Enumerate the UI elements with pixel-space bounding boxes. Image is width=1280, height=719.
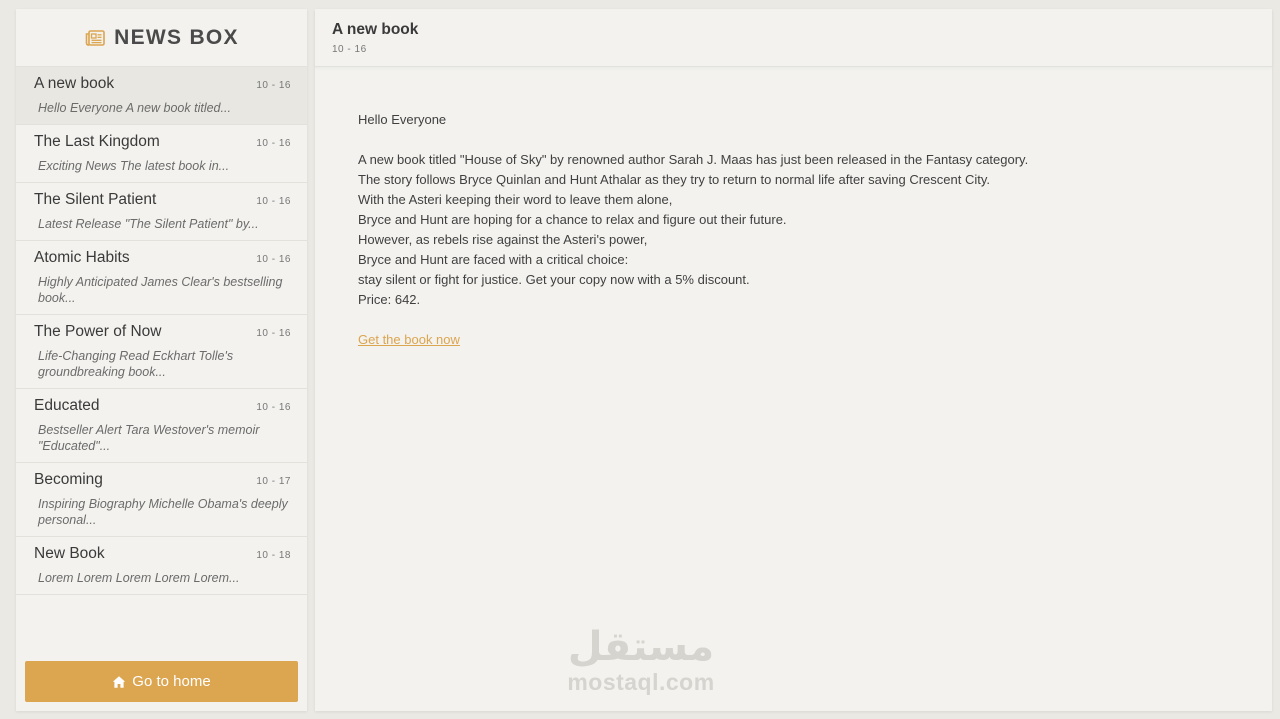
- news-item-excerpt: Bestseller Alert Tara Westover's memoir …: [38, 423, 260, 453]
- news-item-date: 10 - 16: [256, 402, 291, 413]
- article-body: Hello Everyone A new book titled "House …: [315, 67, 1272, 393]
- go-to-home-button[interactable]: Go to home: [25, 661, 298, 702]
- news-item-date: 10 - 16: [256, 196, 291, 207]
- get-book-link[interactable]: Get the book now: [358, 332, 460, 347]
- news-item-title: A new book: [34, 75, 115, 92]
- brand-title: NEWS BOX: [114, 25, 239, 49]
- news-list: A new book 10 - 16 Hello Everyone A new …: [16, 67, 307, 595]
- newspaper-icon: [84, 27, 106, 49]
- news-item[interactable]: The Silent Patient 10 - 16 Latest Releas…: [16, 183, 307, 241]
- watermark-arabic: مستقل: [567, 624, 715, 670]
- news-item-date: 10 - 18: [256, 550, 291, 561]
- news-item-date: 10 - 16: [256, 254, 291, 265]
- article-line: Price: 642.: [358, 292, 421, 307]
- news-item-excerpt: Lorem Lorem Lorem Lorem Lorem...: [38, 571, 240, 585]
- news-item-excerpt: Inspiring Biography Michelle Obama's dee…: [38, 497, 288, 527]
- news-item[interactable]: A new book 10 - 16 Hello Everyone A new …: [16, 67, 307, 125]
- go-to-home-label: Go to home: [132, 673, 211, 690]
- article-line: However, as rebels rise against the Aste…: [358, 232, 648, 247]
- article-line: The story follows Bryce Quinlan and Hunt…: [358, 172, 990, 187]
- news-item-title: The Power of Now: [34, 323, 162, 340]
- news-item-title: The Last Kingdom: [34, 133, 160, 150]
- article-line: A new book titled "House of Sky" by reno…: [358, 152, 1029, 167]
- news-item-title: Becoming: [34, 471, 103, 488]
- watermark: مستقل mostaql.com: [561, 627, 721, 696]
- article-title: A new book: [332, 21, 419, 38]
- article-line: stay silent or fight for justice. Get yo…: [358, 272, 750, 287]
- article-line: With the Asteri keeping their word to le…: [358, 192, 673, 207]
- news-item-date: 10 - 16: [256, 328, 291, 339]
- news-item-excerpt: Life-Changing Read Eckhart Tolle's groun…: [38, 349, 234, 379]
- news-item-title: Atomic Habits: [34, 249, 130, 266]
- brand-header: NEWS BOX: [16, 9, 307, 67]
- article-date: 10 - 16: [332, 44, 367, 55]
- news-item[interactable]: Becoming 10 - 17 Inspiring Biography Mic…: [16, 463, 307, 537]
- news-item[interactable]: Atomic Habits 10 - 16 Highly Anticipated…: [16, 241, 307, 315]
- news-item-excerpt: Hello Everyone A new book titled...: [38, 101, 231, 115]
- article-line: Bryce and Hunt are hoping for a chance t…: [358, 212, 787, 227]
- news-item-title: Educated: [34, 397, 100, 414]
- news-item[interactable]: The Last Kingdom 10 - 16 Exciting News T…: [16, 125, 307, 183]
- news-item-excerpt: Latest Release "The Silent Patient" by..…: [38, 217, 259, 231]
- news-item-date: 10 - 17: [256, 476, 291, 487]
- news-item-excerpt: Exciting News The latest book in...: [38, 159, 230, 173]
- article-panel: A new book 10 - 16 Hello Everyone A new …: [315, 9, 1272, 711]
- article-line: Bryce and Hunt are faced with a critical…: [358, 252, 629, 267]
- news-item-excerpt: Highly Anticipated James Clear's bestsel…: [38, 275, 283, 305]
- news-item-date: 10 - 16: [256, 138, 291, 149]
- article-header: A new book 10 - 16: [315, 9, 1272, 67]
- news-item-title: The Silent Patient: [34, 191, 157, 208]
- news-item[interactable]: The Power of Now 10 - 16 Life-Changing R…: [16, 315, 307, 389]
- news-item[interactable]: New Book 10 - 18 Lorem Lorem Lorem Lorem…: [16, 537, 307, 595]
- news-item[interactable]: Educated 10 - 16 Bestseller Alert Tara W…: [16, 389, 307, 463]
- home-icon: [112, 675, 126, 689]
- article-greeting: Hello Everyone: [358, 112, 447, 127]
- watermark-latin: mostaql.com: [567, 669, 715, 695]
- sidebar: NEWS BOX A new book 10 - 16 Hello Everyo…: [16, 9, 307, 711]
- news-item-title: New Book: [34, 545, 105, 562]
- news-item-date: 10 - 16: [256, 80, 291, 91]
